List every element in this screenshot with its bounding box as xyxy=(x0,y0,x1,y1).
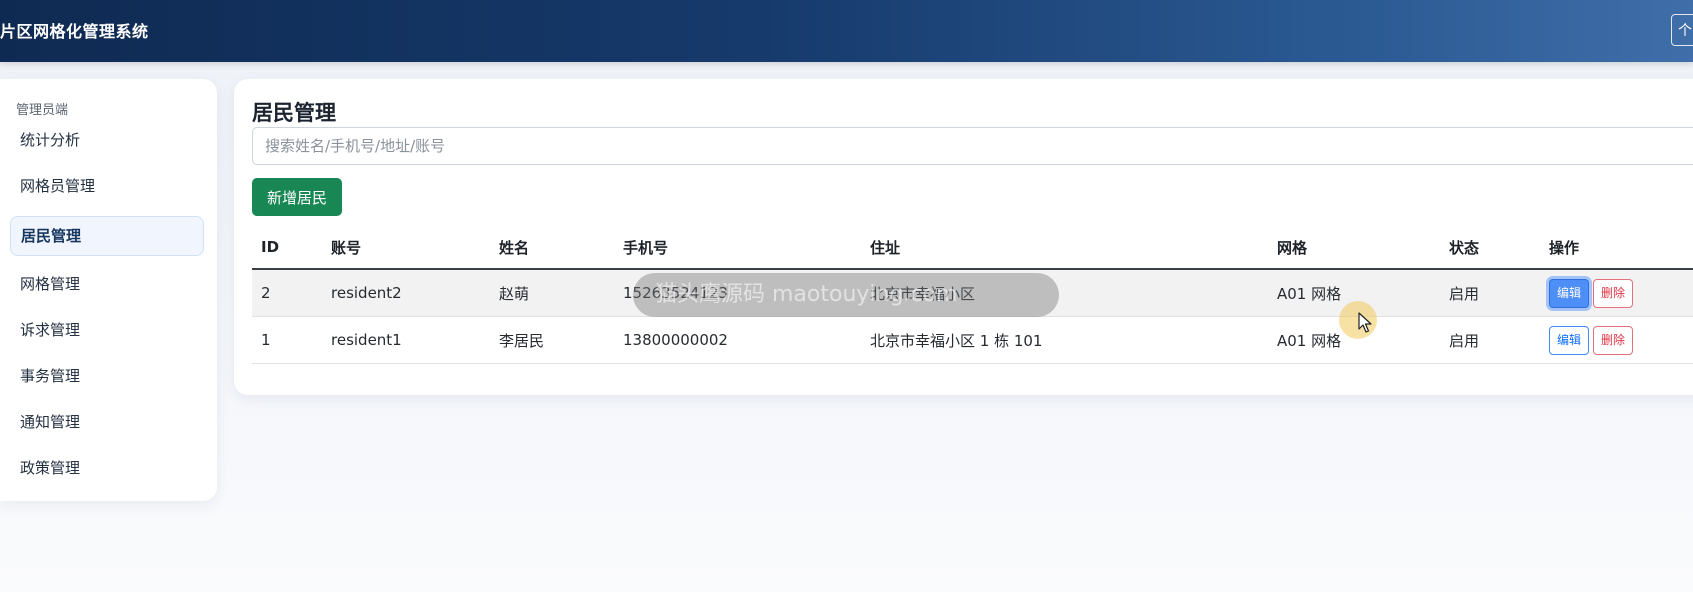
column-header-actions: 操作 xyxy=(1540,226,1693,270)
sidebar-item-notices[interactable]: 通知管理 xyxy=(10,402,204,442)
cell-actions: 编辑 删除 xyxy=(1540,269,1693,317)
column-header-id: ID xyxy=(252,226,322,270)
column-header-address: 住址 xyxy=(861,226,1268,270)
cell-account: resident2 xyxy=(322,269,490,317)
delete-button[interactable]: 删除 xyxy=(1593,325,1634,355)
cell-id: 2 xyxy=(252,269,322,317)
delete-button[interactable]: 删除 xyxy=(1593,278,1634,308)
page-title: 居民管理 xyxy=(252,101,336,125)
column-header-status: 状态 xyxy=(1440,226,1540,270)
resident-card: 居民管理 新增居民 ID 账号 姓名 手机号 住址 网格 状态 操作 2 res… xyxy=(234,79,1693,395)
top-navbar: 片区网格化管理系统 个 xyxy=(0,0,1693,62)
mouse-pointer-icon xyxy=(1358,312,1372,333)
sidebar-item-grid-staff[interactable]: 网格员管理 xyxy=(10,166,204,206)
watermark-overlay: 猫头鹰源码 maotouying.com xyxy=(633,273,1059,317)
cell-status: 启用 xyxy=(1440,269,1540,317)
sidebar-item-policies[interactable]: 政策管理 xyxy=(10,448,204,488)
edit-button[interactable]: 编辑 xyxy=(1549,325,1590,355)
cell-name: 赵萌 xyxy=(490,269,614,317)
cell-address: 北京市幸福小区 1 栋 101 xyxy=(861,316,1268,364)
column-header-phone: 手机号 xyxy=(614,226,861,270)
cell-id: 1 xyxy=(252,316,322,364)
table-header-row: ID 账号 姓名 手机号 住址 网格 状态 操作 xyxy=(252,226,1693,270)
table-row: 1 resident1 李居民 13800000002 北京市幸福小区 1 栋 … xyxy=(252,316,1693,364)
sidebar-item-grids[interactable]: 网格管理 xyxy=(10,264,204,304)
column-header-account: 账号 xyxy=(322,226,490,270)
sidebar-item-residents[interactable]: 居民管理 xyxy=(10,216,204,256)
sidebar-item-appeals[interactable]: 诉求管理 xyxy=(10,310,204,350)
user-menu-button[interactable]: 个 xyxy=(1671,14,1693,46)
cell-name: 李居民 xyxy=(490,316,614,364)
add-resident-button[interactable]: 新增居民 xyxy=(252,178,342,216)
sidebar-section-title: 管理员端 xyxy=(16,103,69,118)
edit-button[interactable]: 编辑 xyxy=(1549,278,1590,308)
cell-actions: 编辑 删除 xyxy=(1540,316,1693,364)
app-title: 片区网格化管理系统 xyxy=(0,22,149,41)
sidebar-item-statistics[interactable]: 统计分析 xyxy=(10,120,204,160)
column-header-name: 姓名 xyxy=(490,226,614,270)
sidebar: 管理员端 统计分析 网格员管理 居民管理 网格管理 诉求管理 事务管理 通知管理… xyxy=(0,79,217,501)
sidebar-item-affairs[interactable]: 事务管理 xyxy=(10,356,204,396)
cell-account: resident1 xyxy=(322,316,490,364)
column-header-grid: 网格 xyxy=(1268,226,1440,270)
search-input[interactable] xyxy=(252,127,1693,165)
cell-phone: 13800000002 xyxy=(614,316,861,364)
cell-status: 启用 xyxy=(1440,316,1540,364)
